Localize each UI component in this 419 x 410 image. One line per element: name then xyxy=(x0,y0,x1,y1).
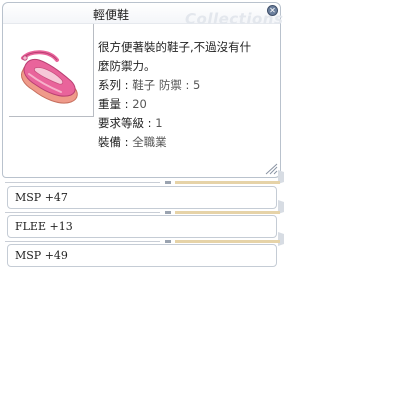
item-image-panel xyxy=(9,24,94,117)
description-line: 麼防禦力。 xyxy=(98,59,156,73)
pink-shoe-icon xyxy=(20,50,78,104)
stat-label: 系列 : xyxy=(98,78,133,92)
resize-grip-icon[interactable] xyxy=(264,163,278,175)
stat-value: 20 xyxy=(132,97,147,111)
item-name: 輕便鞋 xyxy=(93,8,130,22)
option-text: MSP +47 xyxy=(15,191,68,204)
option-box: MSP +47 xyxy=(7,186,277,209)
description-line: 很方便著裝的鞋子,不過沒有什 xyxy=(98,40,252,54)
stat-equip: 裝備 : 全職業 xyxy=(98,133,278,152)
close-button[interactable]: ✕ xyxy=(267,5,278,16)
stat-value: 鞋子 防禦 : 5 xyxy=(132,78,201,92)
option-text: FLEE +13 xyxy=(15,220,73,233)
stat-type: 系列 : 鞋子 防禦 : 5 xyxy=(98,76,278,95)
close-icon: ✕ xyxy=(269,6,276,15)
item-description: 很方便著裝的鞋子,不過沒有什 麼防禦力。 系列 : 鞋子 防禦 : 5 重量 :… xyxy=(98,38,278,152)
separator-line xyxy=(5,240,280,243)
title-bar[interactable]: 輕便鞋 Collections ✕ xyxy=(3,3,283,28)
option-box: MSP +49 xyxy=(7,244,277,267)
window-edge-decoration xyxy=(278,170,284,246)
stat-label: 重量 : xyxy=(98,97,133,111)
stat-value: 全職業 xyxy=(132,135,167,149)
stat-value: 1 xyxy=(155,116,163,130)
option-text: MSP +49 xyxy=(15,249,68,262)
separator-line xyxy=(5,181,280,184)
stat-weight: 重量 : 20 xyxy=(98,95,278,114)
separator-line xyxy=(5,211,280,214)
option-box: FLEE +13 xyxy=(7,215,277,238)
item-collection-window: 輕便鞋 Collections ✕ 很方便著裝的鞋子,不過沒有什 麼防禦力。 系… xyxy=(2,2,283,178)
stat-label: 裝備 : xyxy=(98,135,133,149)
stat-label: 要求等級 : xyxy=(98,116,156,130)
stat-required-level: 要求等級 : 1 xyxy=(98,114,278,133)
